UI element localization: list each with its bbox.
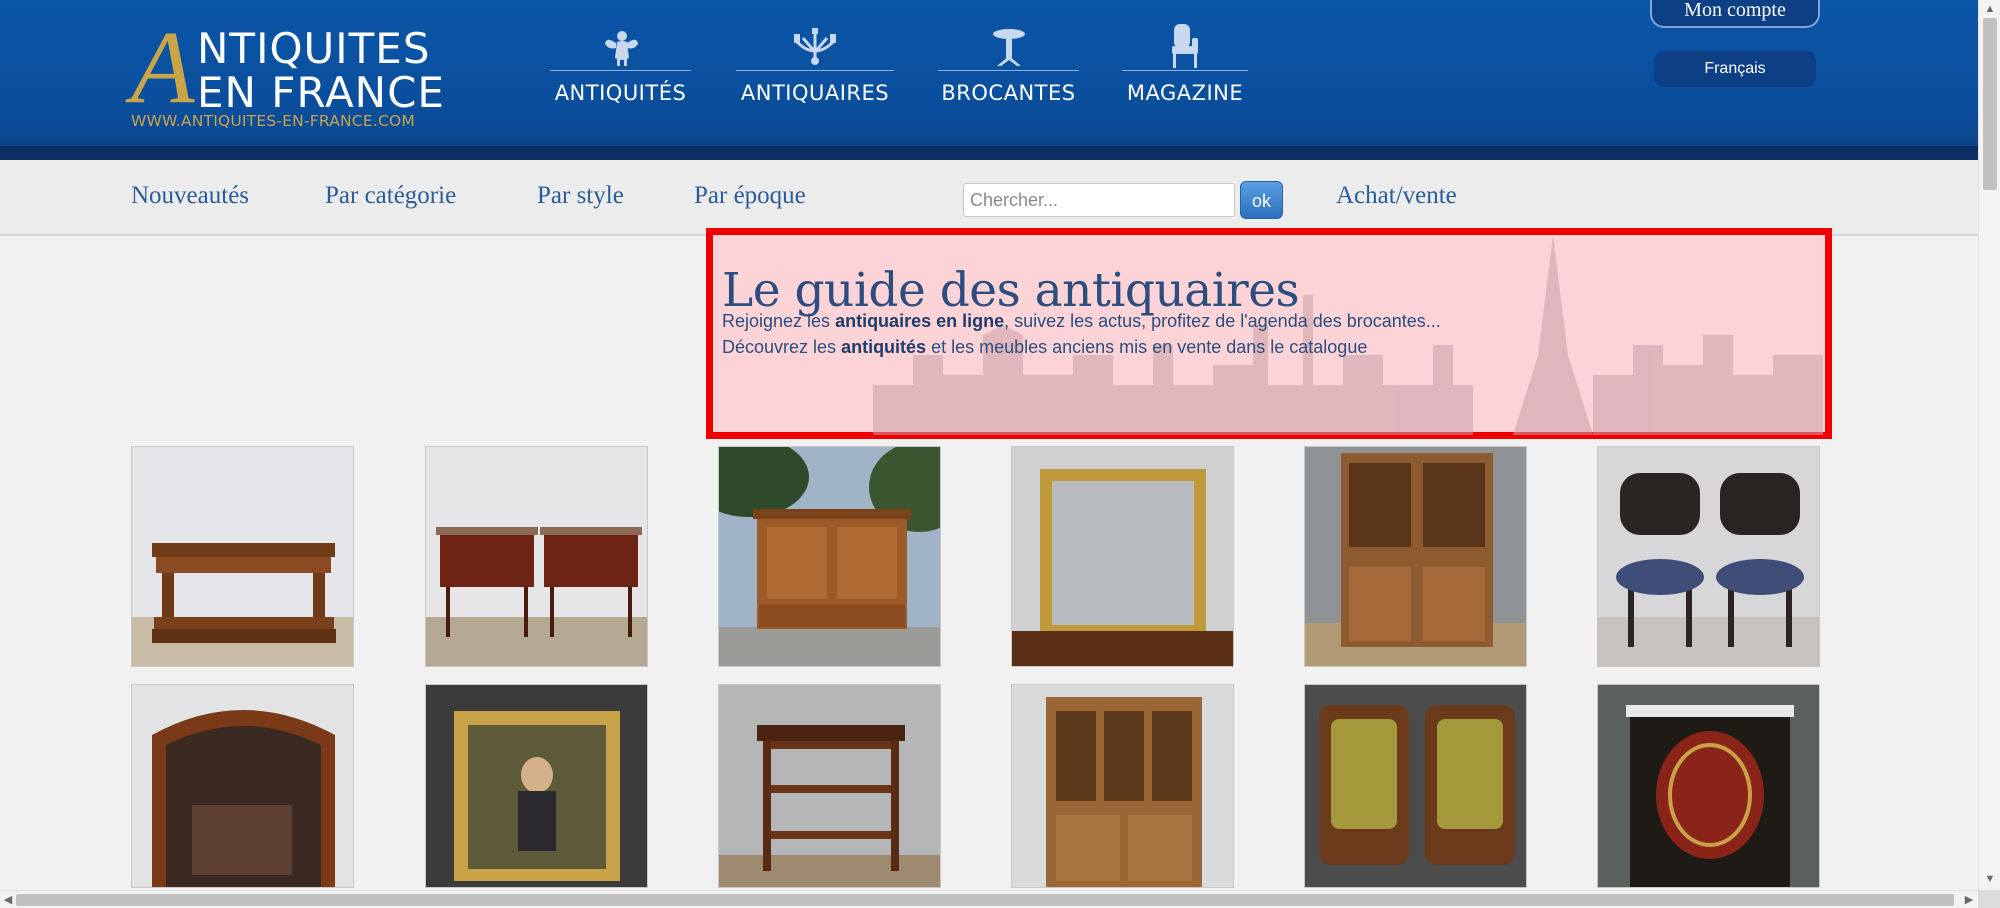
hero-line-2: Découvrez les antiquités et les meubles … [722,337,1367,358]
pedestal-table-icon [938,24,1079,68]
bookcase-cabinet-photo [1305,447,1526,666]
topnav-magazine[interactable]: MAGAZINE [1122,24,1248,105]
scroll-up-icon[interactable]: ▲ [1983,2,1997,16]
horizontal-scroll-thumb[interactable] [16,894,1954,906]
gilt-mirror-photo [1012,447,1233,666]
scrollbar-corner [1978,890,2000,908]
nav-par-epoque[interactable]: Par époque [694,182,806,210]
chandelier-icon [736,24,894,68]
logo-initial: A [131,10,195,125]
hero-text: Rejoignez les [722,311,836,331]
server-buffet-photo [719,685,940,887]
hero-text: Découvrez les [722,337,842,357]
logo-line2: EN FRANCE [197,68,445,117]
product-tile[interactable] [425,684,648,888]
product-tile[interactable] [718,684,941,888]
header-strip [0,146,1978,160]
nav-par-categorie[interactable]: Par catégorie [325,182,456,210]
boulle-cabinet-photo [1598,685,1819,887]
product-tile[interactable] [131,446,354,667]
logo-line1: NTIQUITES [197,24,431,73]
my-account-button[interactable]: Mon compte [1650,0,1820,28]
overmantel-mirror-photo [132,685,353,887]
vertical-scrollbar[interactable]: ▲ ▼ [1978,0,2000,890]
scroll-down-icon[interactable]: ▼ [1983,872,1997,886]
topnav-label: MAGAZINE [1126,81,1244,105]
topnav-label: BROCANTES [941,81,1076,105]
hero-text: et les meubles anciens mis en vente dans… [926,337,1368,357]
language-selector[interactable]: Français [1654,51,1816,87]
console-table-photo [132,447,353,666]
search-submit-button[interactable]: ok [1240,181,1283,219]
nav-nouveautes[interactable]: Nouveautés [131,182,249,210]
product-tile[interactable] [1597,684,1820,888]
scroll-left-icon[interactable]: ◀ [1,893,15,907]
pair-armchairs-photo [1305,685,1526,887]
nav-achat-vente[interactable]: Achat/vente [1336,182,1457,210]
armchair-icon [1122,24,1248,68]
framed-painting-photo [426,685,647,887]
product-tile[interactable] [131,684,354,888]
angel-icon [550,24,691,68]
hero-link-antiquites[interactable]: antiquités [841,337,926,357]
product-tile[interactable] [1011,684,1234,888]
product-tile[interactable] [1011,446,1234,667]
topnav-label: ANTIQUAIRES [740,81,890,105]
topnav-antiquaires[interactable]: ANTIQUAIRES [736,24,894,105]
secondary-nav: Nouveautés Par catégorie Par style Par é… [0,160,1978,236]
topnav-brocantes[interactable]: BROCANTES [938,24,1079,105]
product-tile[interactable] [718,446,941,667]
hero-link-antiquaires[interactable]: antiquaires en ligne [835,311,1004,331]
pair-black-chairs-photo [1598,447,1819,666]
topnav-label: ANTIQUITÉS [554,81,687,105]
hero-banner: Le guide des antiquaires Rejoignez les a… [706,228,1832,439]
pair-nightstands-photo [426,447,647,666]
logo-url: WWW.ANTIQUITES-EN-FRANCE.COM [131,112,415,130]
site-logo[interactable]: A NTIQUITES EN FRANCE WWW.ANTIQUITES-EN-… [131,16,444,132]
search-input[interactable] [963,183,1235,217]
nav-par-style[interactable]: Par style [537,182,624,210]
vertical-scroll-thumb[interactable] [1983,18,1997,190]
scroll-right-icon[interactable]: ▶ [1962,893,1976,907]
topnav-antiquites[interactable]: ANTIQUITÉS [550,24,691,105]
product-tile[interactable] [1304,446,1527,667]
product-tile[interactable] [425,446,648,667]
site-header: A NTIQUITES EN FRANCE WWW.ANTIQUITES-EN-… [0,0,1978,160]
hero-line-1: Rejoignez les antiquaires en ligne, suiv… [722,311,1441,332]
horizontal-scrollbar[interactable]: ◀ ▶ [0,890,1978,908]
armoire-photo [719,447,940,666]
hero-title: Le guide des antiquaires [722,263,1300,318]
product-tile[interactable] [1304,684,1527,888]
hero-text: , suivez les actus, profitez de l'agenda… [1004,311,1441,331]
glass-bookcase-photo [1012,685,1233,887]
product-tile[interactable] [1597,446,1820,667]
